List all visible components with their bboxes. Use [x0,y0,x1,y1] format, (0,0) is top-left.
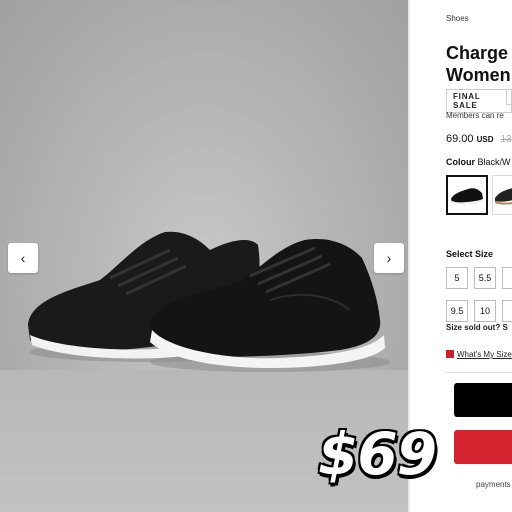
product-title-line1: Charge [446,43,509,63]
breadcrumb[interactable]: Shoes [446,14,469,23]
size-option[interactable] [502,267,512,289]
price-sticker: $69 [316,419,438,490]
colour-row: Colour Black/W [446,157,511,167]
sale-price: 69.00 [446,133,474,145]
size-option[interactable]: 9.5 [446,300,468,322]
secondary-badge [506,89,512,105]
colour-swatch-tan[interactable] [492,175,512,215]
previous-image-button[interactable]: ‹ [8,243,38,273]
checkout-button[interactable] [454,430,512,464]
size-option[interactable] [502,300,512,322]
whats-my-size-link[interactable]: What's My Size [446,350,512,359]
currency: USD [476,135,494,144]
original-price: 13 [500,134,512,145]
price: 69.00 USD 13 [446,133,512,145]
size-sold-out-note: Size sold out? S [446,323,508,332]
final-sale-badge: FINAL SALE [446,89,512,113]
next-image-button[interactable]: › [374,243,404,273]
size-option[interactable]: 5 [446,267,468,289]
divider-line [446,372,512,373]
chevron-left-icon: ‹ [20,250,26,266]
ruler-icon [446,350,454,358]
colour-swatch-black[interactable] [446,175,488,215]
members-note: Members can re [446,111,504,120]
product-page: ‹ › Shoes Charge Women FINAL SALE Member… [0,0,512,512]
whats-my-size-label: What's My Size [457,350,512,359]
colour-value: Black/W [477,157,511,167]
chevron-right-icon: › [386,250,392,266]
shoe-thumbnail-tan [495,188,512,205]
colour-label: Colour [446,157,475,167]
product-title: Charge Women [446,42,511,86]
add-to-bag-button[interactable] [454,383,512,417]
product-title-line2: Women [446,65,511,85]
shoe-thumbnail [451,188,483,205]
select-size-label: Select Size [446,249,494,259]
size-option[interactable]: 5.5 [474,267,496,289]
payments-note: payments o [476,480,512,489]
size-option[interactable]: 10 [474,300,496,322]
